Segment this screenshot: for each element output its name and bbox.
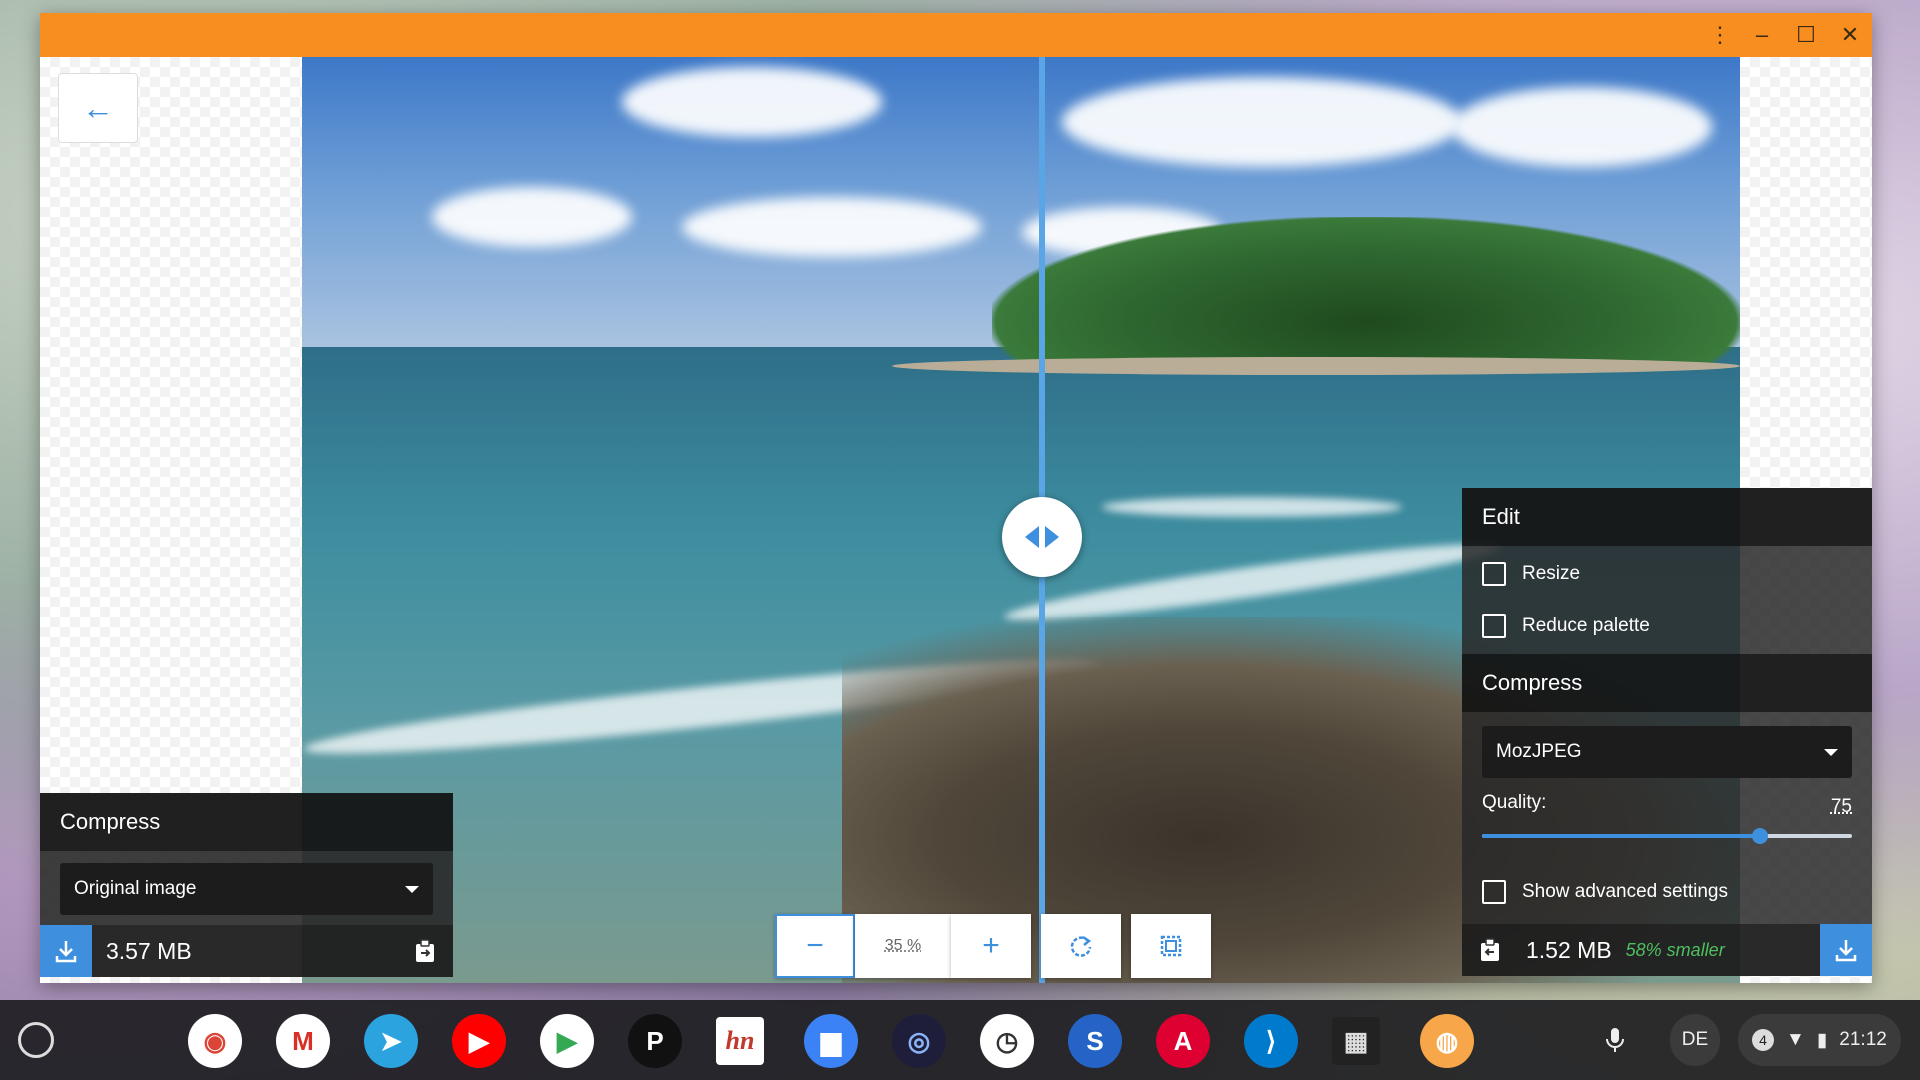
shelf-app-clock[interactable]: ◷ <box>980 1014 1034 1068</box>
title-bar: ⋮ – ☐ ✕ <box>40 13 1872 57</box>
left-footer: 3.57 MB <box>40 925 453 977</box>
shelf-app-hacker-news[interactable]: hn <box>716 1017 764 1065</box>
shelf-app-chromium[interactable]: ◎ <box>892 1014 946 1068</box>
shelf-app-squoosh[interactable]: ◍ <box>1420 1014 1474 1068</box>
shelf-app-vs-code[interactable]: ⟩ <box>1244 1014 1298 1068</box>
cloud <box>432 187 632 247</box>
chromeos-shelf: ◉ M ➤ ▶ ▶ Phn ▆ ◎ ◷ S A ⟩ ▦ ◍ DE 4 ▼ ▮ 21:12 <box>0 1000 1920 1080</box>
shelf-app-terminal[interactable]: ▦ <box>1332 1017 1380 1065</box>
right-compress-title: Compress <box>1462 654 1872 712</box>
left-download-button[interactable] <box>40 925 92 977</box>
maximize-icon[interactable]: ☐ <box>1784 13 1828 57</box>
wave <box>1102 497 1402 517</box>
compress-section: MozJPEG Quality: 75 Show advanced settin… <box>1462 712 1872 924</box>
left-format-value: Original image <box>74 878 197 899</box>
zoom-in-button[interactable]: + <box>951 914 1031 978</box>
minimize-icon[interactable]: – <box>1740 13 1784 57</box>
ime-label: DE <box>1681 1029 1709 1050</box>
edit-title: Edit <box>1462 488 1872 546</box>
background-toggle-icon <box>1160 935 1182 957</box>
status-tray[interactable]: 4 ▼ ▮ 21:12 <box>1738 1014 1901 1066</box>
chevron-down-icon <box>405 885 419 893</box>
shelf-app-files[interactable]: ▆ <box>804 1014 858 1068</box>
rotate-button[interactable] <box>1041 914 1121 978</box>
shelf-app-angular[interactable]: A <box>1156 1014 1210 1068</box>
quality-label: Quality: <box>1482 792 1547 813</box>
advanced-settings-label: Show advanced settings <box>1522 881 1728 902</box>
checkbox-icon <box>1482 562 1506 586</box>
notification-count: 4 <box>1752 1029 1774 1051</box>
resize-label: Resize <box>1522 563 1581 584</box>
compressed-size: 1.52 MB <box>1526 936 1612 963</box>
cloud <box>622 67 882 137</box>
shelf-app-pocket-casts[interactable]: P <box>628 1014 682 1068</box>
arrow-left-icon: ← <box>82 89 114 126</box>
shelf-app-play-store[interactable]: ▶ <box>540 1014 594 1068</box>
plus-icon: + <box>982 929 1000 962</box>
mic-icon <box>1606 1028 1624 1052</box>
reduce-palette-checkbox[interactable]: Reduce palette <box>1462 600 1872 652</box>
arrow-left-icon <box>1025 526 1039 548</box>
shore <box>892 357 1740 375</box>
shelf-app-youtube[interactable]: ▶ <box>452 1014 506 1068</box>
right-format-select[interactable]: MozJPEG <box>1482 726 1852 778</box>
quality-value[interactable]: 75 <box>1831 796 1852 818</box>
left-format-select[interactable]: Original image <box>60 863 433 915</box>
arrow-right-icon <box>1045 526 1059 548</box>
rotate-icon <box>1070 935 1092 957</box>
more-vert-icon[interactable]: ⋮ <box>1698 13 1742 57</box>
right-format-value: MozJPEG <box>1496 741 1582 762</box>
back-button[interactable]: ← <box>58 73 138 143</box>
copy-settings-left-button[interactable] <box>1476 936 1504 964</box>
copy-to-other-side-icon <box>416 939 434 962</box>
right-options-panel: Edit Resize Reduce palette Compress MozJ… <box>1462 488 1872 983</box>
background-toggle-button[interactable] <box>1131 914 1211 978</box>
zoom-out-button[interactable]: − <box>775 914 855 978</box>
left-panel-body: Original image <box>40 851 453 925</box>
left-options-panel: Compress Original image 3.57 MB <box>40 793 453 983</box>
right-download-button[interactable] <box>1820 924 1872 976</box>
edit-section: Resize Reduce palette <box>1462 546 1872 654</box>
mic-button[interactable] <box>1604 1014 1626 1066</box>
shelf-app-telegram[interactable]: ➤ <box>364 1014 418 1068</box>
app-window: ⋮ – ☐ ✕ ← Compress Original image 3.57 M… <box>40 13 1872 983</box>
quality-row: Quality: 75 <box>1462 778 1872 866</box>
shelf-app-simplenote[interactable]: S <box>1068 1014 1122 1068</box>
ime-button[interactable]: DE <box>1670 1014 1720 1066</box>
quality-slider[interactable] <box>1482 828 1852 844</box>
cloud <box>1062 77 1462 167</box>
zoom-value: 35 % <box>884 937 922 954</box>
quality-slider-fill <box>1482 834 1760 838</box>
minus-icon: − <box>806 929 824 962</box>
island <box>992 217 1740 367</box>
launcher-button[interactable] <box>18 1022 54 1058</box>
close-icon[interactable]: ✕ <box>1828 13 1872 57</box>
quality-slider-knob[interactable] <box>1751 828 1768 844</box>
right-footer: 1.52 MB 58% smaller <box>1462 924 1872 976</box>
wifi-icon: ▼ <box>1786 1029 1805 1050</box>
cloud <box>682 197 982 257</box>
shelf-app-gmail[interactable]: M <box>276 1014 330 1068</box>
zoom-level-input[interactable]: 35 % <box>855 914 951 978</box>
original-size: 3.57 MB <box>106 937 192 964</box>
chevron-down-icon <box>1824 748 1838 756</box>
savings-text: 58% smaller <box>1625 939 1725 960</box>
compare-slider-handle[interactable] <box>1002 497 1082 577</box>
advanced-settings-checkbox[interactable]: Show advanced settings <box>1462 866 1872 918</box>
download-icon <box>1835 940 1857 962</box>
zoom-toolbar: − 35 % + <box>775 914 1211 978</box>
reduce-palette-label: Reduce palette <box>1522 615 1650 636</box>
resize-checkbox[interactable]: Resize <box>1462 548 1872 600</box>
copy-to-other-side-icon <box>1481 938 1499 961</box>
checkbox-icon <box>1482 880 1506 904</box>
checkbox-icon <box>1482 614 1506 638</box>
battery-icon: ▮ <box>1816 1029 1828 1051</box>
download-icon <box>55 941 77 963</box>
clock-time: 21:12 <box>1839 1029 1887 1050</box>
shelf-app-chrome[interactable]: ◉ <box>188 1014 242 1068</box>
left-compress-title: Compress <box>40 793 453 851</box>
copy-settings-right-button[interactable] <box>411 937 439 965</box>
cloud <box>1452 87 1712 167</box>
